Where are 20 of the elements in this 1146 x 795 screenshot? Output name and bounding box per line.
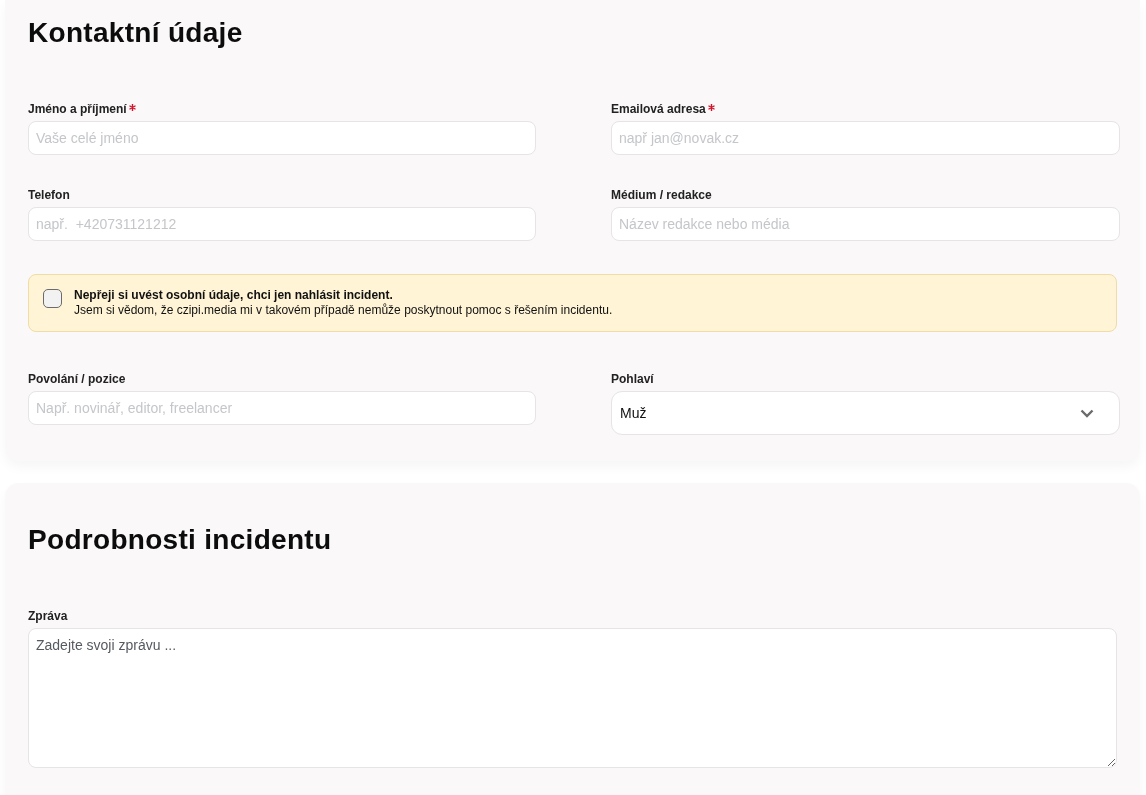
input-field[interactable]: Vaše celé jméno bbox=[28, 121, 536, 155]
field-label: Zpráva bbox=[28, 609, 68, 624]
section-title: Podrobnosti incidentu bbox=[28, 523, 333, 557]
field-label: Jméno a příjmení bbox=[28, 102, 127, 117]
field-label: Pohlaví bbox=[611, 372, 654, 387]
notice-description: Jsem si vědom, že czipi.media mi v takovém případě nemůže poskytnout pomoc s řešením incidentu. bbox=[74, 303, 613, 318]
input-field[interactable]: Název redakce nebo média bbox=[611, 207, 1120, 241]
field-label: Telefon bbox=[28, 188, 70, 203]
input-field[interactable]: např jan@novak.cz bbox=[611, 121, 1120, 155]
section-title: Kontaktní údaje bbox=[28, 16, 244, 50]
field-label: Povolání / pozice bbox=[28, 372, 126, 387]
notice-title: Nepřeji si uvést osobní údaje, chci jen nahlásit incident. bbox=[74, 288, 394, 303]
field-label: Emailová adresa bbox=[611, 102, 706, 117]
chevron-down-icon bbox=[1080, 408, 1094, 418]
checkbox[interactable] bbox=[43, 289, 62, 308]
input-field[interactable]: Např. novinář, editor, freelancer bbox=[28, 391, 536, 425]
field-label: Médium / redakce bbox=[611, 188, 712, 203]
message-textarea[interactable]: Zadejte svoji zprávu ... bbox=[28, 628, 1117, 768]
select-dropdown[interactable]: Muž bbox=[611, 391, 1120, 435]
input-field[interactable]: např. +420731121212 bbox=[28, 207, 536, 241]
